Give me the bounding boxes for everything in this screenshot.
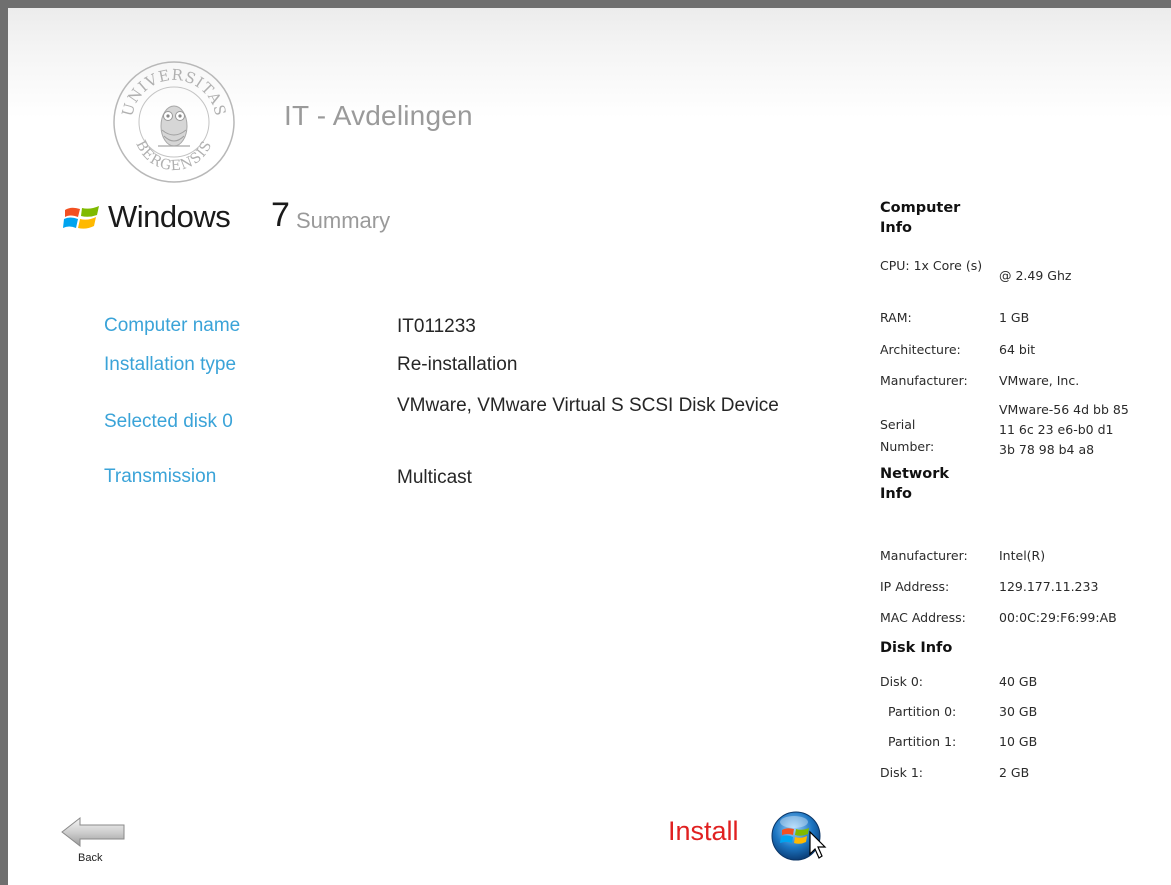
disk-0-label: Disk 0: xyxy=(880,674,923,689)
mac-address-value: 00:0C:29:F6:99:AB xyxy=(999,610,1117,625)
computer-name-value: IT011233 xyxy=(397,316,476,337)
transmission-label: Transmission xyxy=(104,466,217,487)
university-seal-icon: UNIVERSITAS BERGENSIS xyxy=(113,61,235,183)
mac-address-label: MAC Address: xyxy=(880,610,966,625)
ip-address-label: IP Address: xyxy=(880,579,950,594)
disk-info-heading: Disk Info xyxy=(880,640,953,656)
architecture-value: 64 bit xyxy=(999,342,1036,357)
partition-0-label: Partition 0: xyxy=(888,704,957,719)
windows-logo-icon xyxy=(63,206,99,229)
cpu-label: CPU: 1x Core (s) xyxy=(880,258,983,273)
transmission-value: Multicast xyxy=(397,467,472,488)
page-title: Summary xyxy=(296,208,391,233)
selected-disk-value: VMware, VMware Virtual S SCSI Disk Devic… xyxy=(397,395,779,416)
disk-0-value: 40 GB xyxy=(999,674,1038,689)
product-version: 7 xyxy=(271,196,290,234)
serial-number-value-1: VMware-56 4d bb 85 xyxy=(999,402,1129,417)
back-label: Back xyxy=(78,852,103,864)
ip-address-value: 129.177.11.233 xyxy=(999,579,1099,594)
installation-type-label: Installation type xyxy=(104,354,237,375)
cpu-value: @ 2.49 Ghz xyxy=(999,268,1072,283)
partition-0-value: 30 GB xyxy=(999,704,1038,719)
partition-1-value: 10 GB xyxy=(999,734,1038,749)
install-button[interactable]: Install xyxy=(668,806,848,866)
windows-orb-icon xyxy=(771,811,827,861)
partition-1-label: Partition 1: xyxy=(888,734,957,749)
organization-name: IT - Avdelingen xyxy=(284,100,473,131)
serial-number-value-3: 3b 78 98 b4 a8 xyxy=(999,442,1095,457)
install-label: Install xyxy=(668,816,739,846)
architecture-label: Architecture: xyxy=(880,342,961,357)
disk-1-value: 2 GB xyxy=(999,765,1030,780)
manufacturer-label: Manufacturer: xyxy=(880,373,968,388)
installer-window: UNIVERSITAS BERGENSIS IT - Avdelingen Wi… xyxy=(8,8,1171,885)
installation-type-value: Re-installation xyxy=(397,354,518,375)
ram-label: RAM: xyxy=(880,310,912,325)
computer-name-label: Computer name xyxy=(104,315,241,336)
back-button[interactable]: Back xyxy=(56,816,132,872)
back-arrow-icon xyxy=(61,816,125,848)
serial-number-value-2: 11 6c 23 e6-b0 d1 xyxy=(999,422,1114,437)
ram-value: 1 GB xyxy=(999,310,1030,325)
manufacturer-value: VMware, Inc. xyxy=(999,373,1080,388)
network-info-heading: Network Info xyxy=(880,466,950,502)
network-manufacturer-label: Manufacturer: xyxy=(880,548,968,563)
network-manufacturer-value: Intel(R) xyxy=(999,548,1046,563)
disk-1-label: Disk 1: xyxy=(880,765,923,780)
computer-info-heading: Computer Info xyxy=(880,200,961,236)
selected-disk-label: Selected disk 0 xyxy=(104,411,233,432)
serial-number-label: Serial Number: xyxy=(880,417,935,454)
product-name: Windows xyxy=(108,199,231,234)
